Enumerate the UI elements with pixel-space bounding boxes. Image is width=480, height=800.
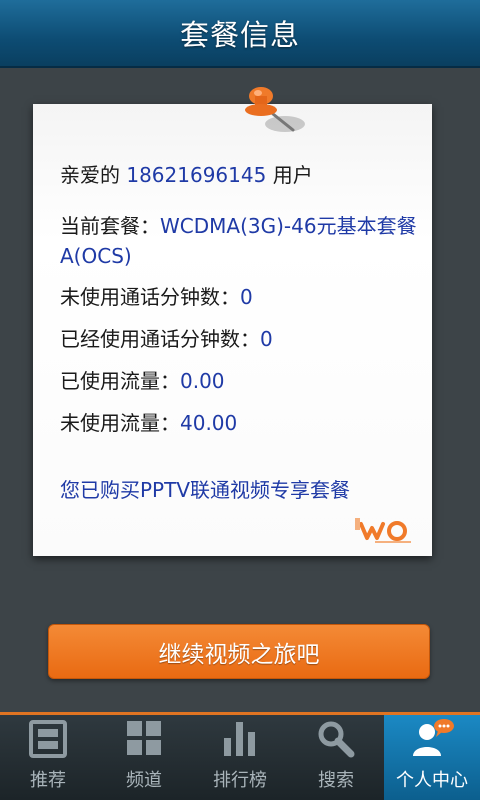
tab-label: 搜索 — [318, 770, 354, 791]
tab-user-center[interactable]: 个人中心 — [384, 715, 480, 800]
greeting-prefix: 亲爱的 — [60, 163, 120, 187]
title-bar: 套餐信息 — [0, 0, 480, 68]
china-unicom-wo-logo — [355, 518, 411, 543]
used-minutes-line: 已经使用通话分钟数：0 — [60, 324, 273, 354]
search-icon — [318, 721, 355, 758]
greeting-line: 亲爱的 18621696145 用户 — [60, 160, 313, 190]
ranking-bars-icon — [224, 722, 255, 756]
pushpin-icon — [245, 87, 305, 132]
recommend-icon — [29, 720, 67, 758]
unused-data-label: 未使用流量： — [60, 411, 180, 435]
unused-minutes-label: 未使用通话分钟数： — [60, 285, 240, 309]
used-minutes-label: 已经使用通话分钟数： — [60, 327, 260, 351]
plan-label: 当前套餐： — [60, 214, 160, 238]
used-data-label: 已使用流量： — [60, 369, 180, 393]
used-data-line: 已使用流量：0.00 — [60, 366, 225, 396]
unused-data-value: 40.00 — [180, 411, 238, 435]
current-plan-line: 当前套餐：WCDMA(3G)-46元基本套餐A(OCS) — [60, 211, 420, 271]
tab-channel[interactable]: 频道 — [96, 715, 192, 800]
continue-video-button[interactable]: 继续视频之旅吧 — [48, 624, 430, 679]
tab-label: 推荐 — [30, 770, 66, 791]
unused-data-line: 未使用流量：40.00 — [60, 408, 237, 438]
greeting-suffix: 用户 — [272, 163, 313, 187]
tab-search[interactable]: 搜索 — [288, 715, 384, 800]
continue-video-label: 继续视频之旅吧 — [158, 641, 320, 668]
tab-label: 个人中心 — [396, 770, 468, 791]
tab-label: 排行榜 — [213, 770, 267, 791]
tab-recommend[interactable]: 推荐 — [0, 715, 96, 800]
channel-grid-icon — [127, 721, 161, 755]
plan-info-card: 亲爱的 18621696145 用户 当前套餐：WCDMA(3G)-46元基本套… — [33, 87, 432, 556]
used-minutes-value: 0 — [260, 327, 273, 351]
phone-number: 18621696145 — [126, 163, 267, 187]
unused-minutes-line: 未使用通话分钟数：0 — [60, 282, 253, 312]
used-data-value: 0.00 — [180, 369, 225, 393]
bottom-tab-bar: 推荐 频道 排行榜 搜索 个人中心 — [0, 712, 480, 800]
pptv-package-link[interactable]: 您已购买PPTV联通视频专享套餐 — [60, 475, 350, 505]
user-center-icon — [413, 719, 454, 756]
page-title: 套餐信息 — [179, 18, 300, 52]
tab-ranking[interactable]: 排行榜 — [192, 715, 288, 800]
tab-label: 频道 — [126, 770, 162, 791]
unused-minutes-value: 0 — [240, 285, 253, 309]
